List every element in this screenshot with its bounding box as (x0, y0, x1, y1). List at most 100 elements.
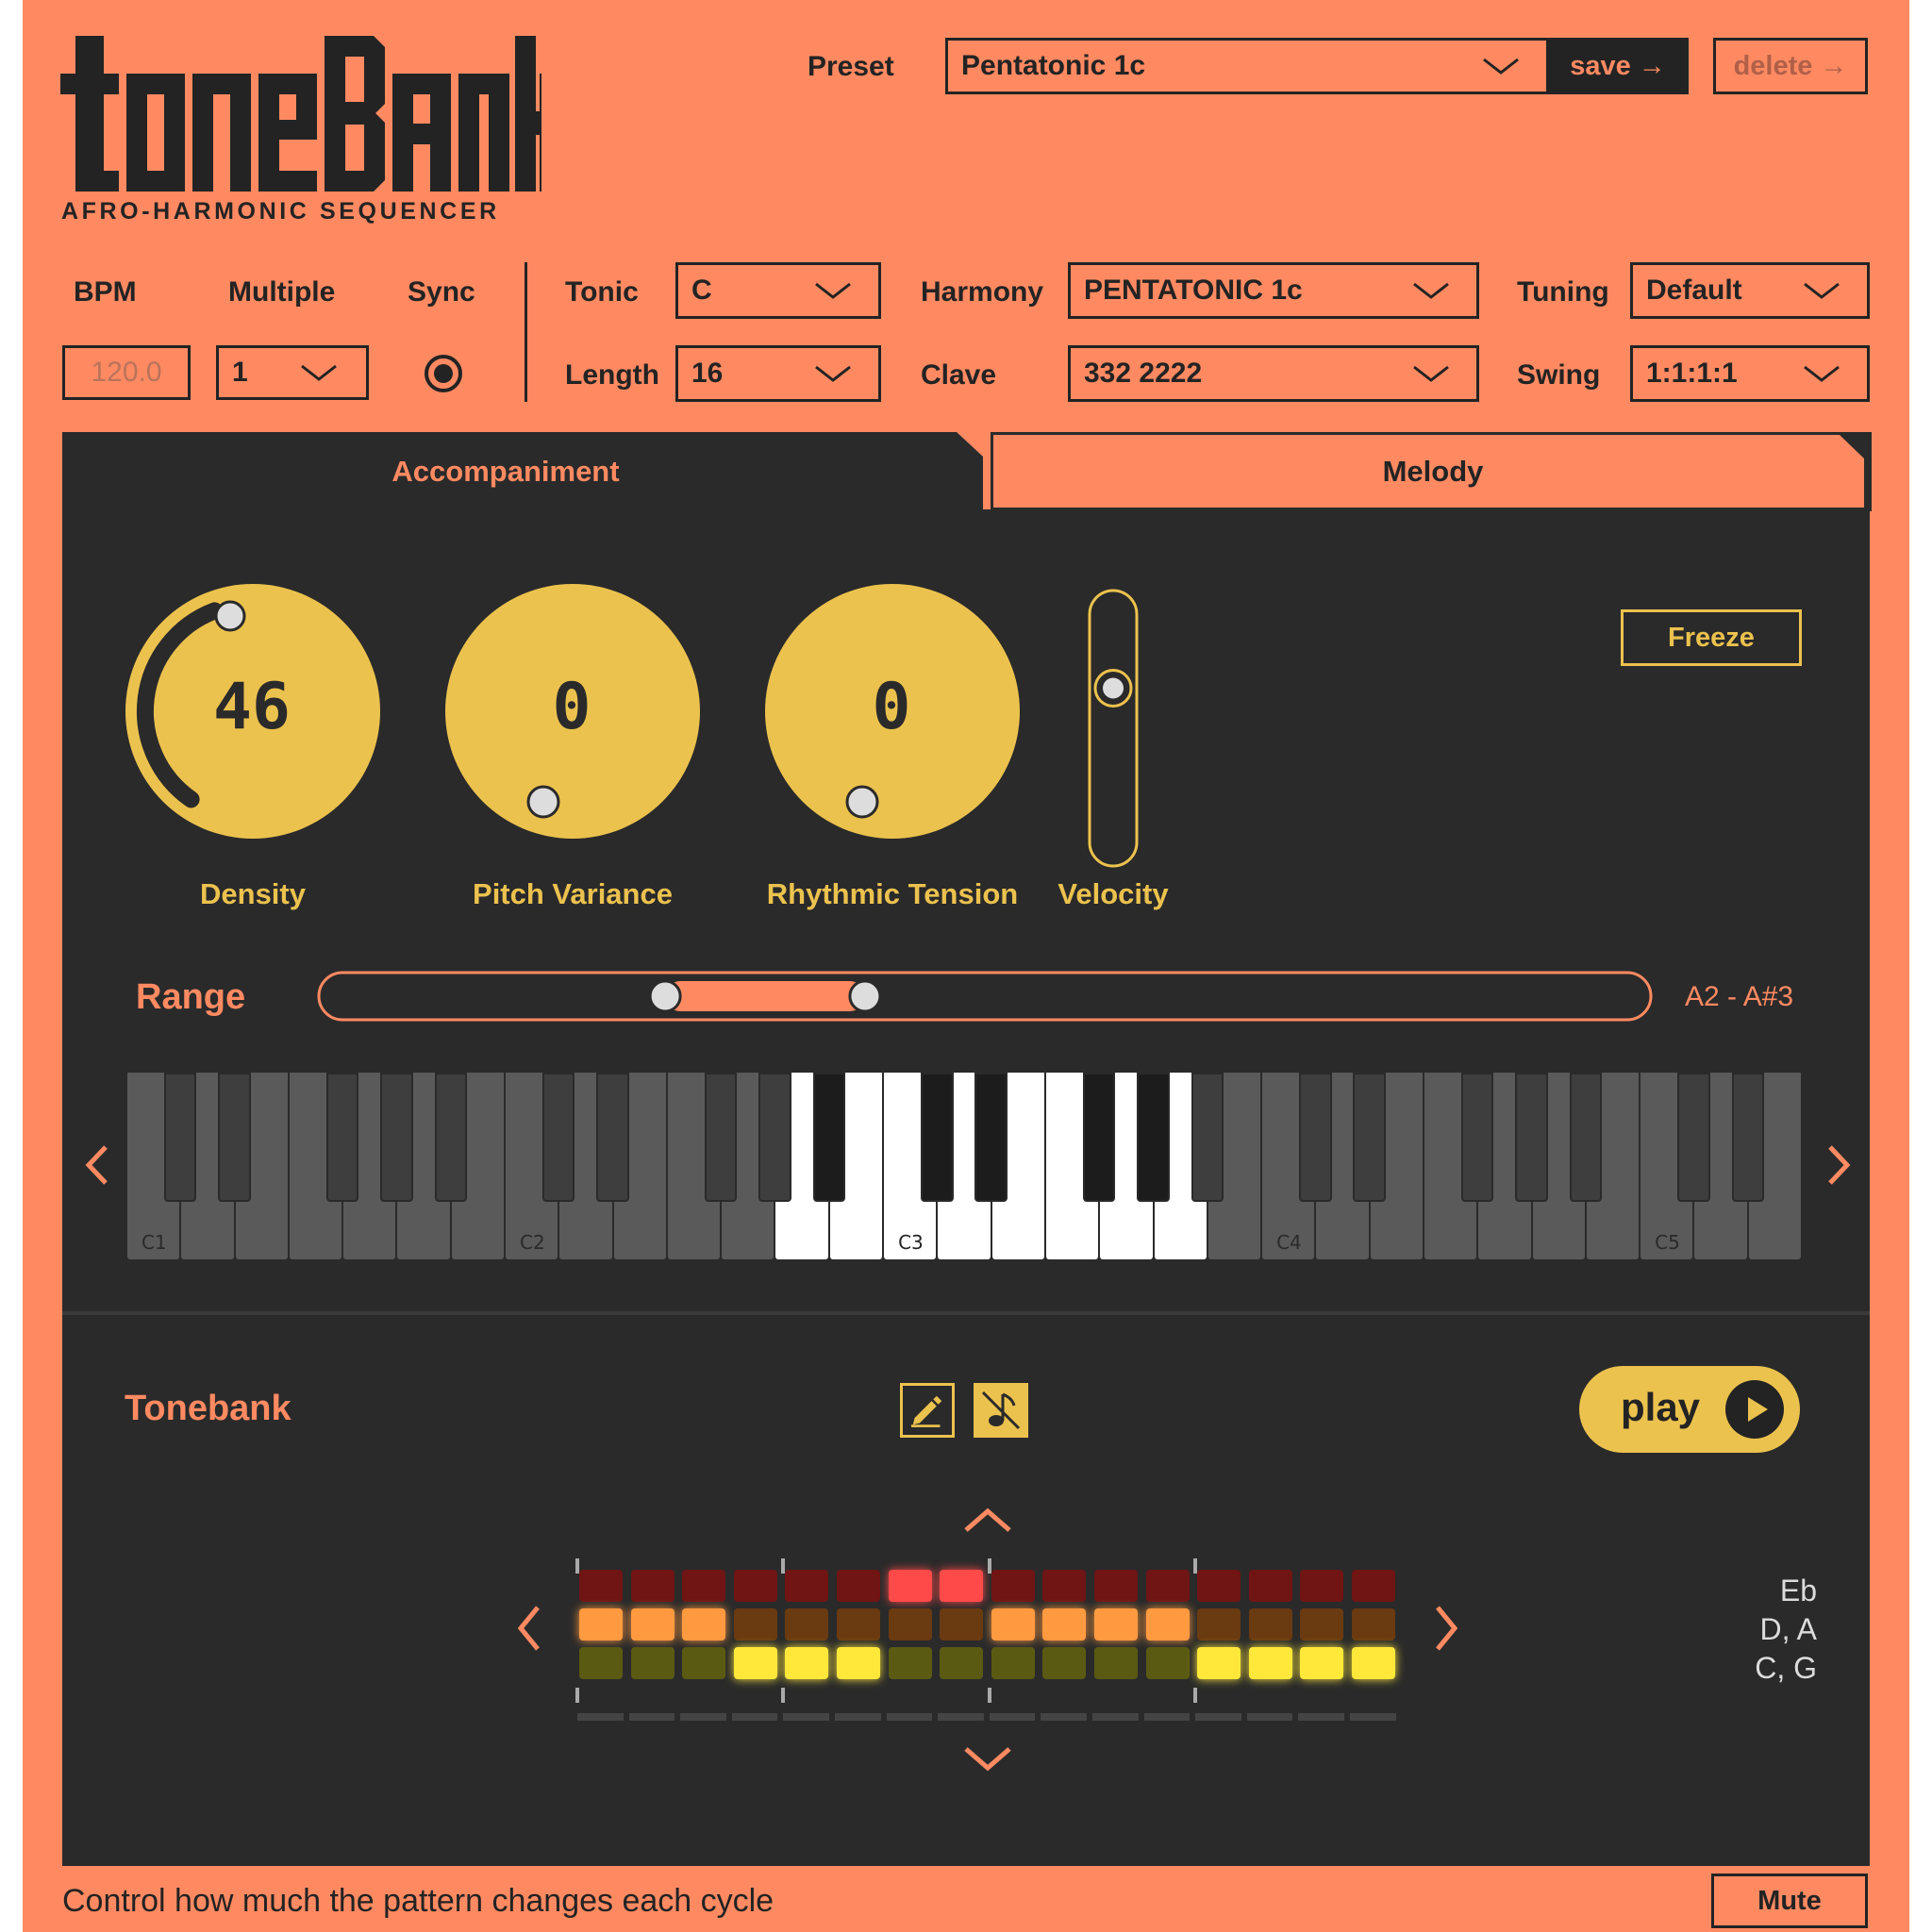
sequencer-step-cell[interactable] (837, 1570, 880, 1602)
sequencer-step-cell[interactable] (733, 1647, 777, 1679)
keyboard-next-arrow[interactable] (1817, 1141, 1858, 1189)
sequencer-step-cell[interactable] (1197, 1608, 1241, 1641)
sequencer-step-cell[interactable] (785, 1647, 829, 1679)
sequencer-next-arrow[interactable] (1424, 1604, 1466, 1653)
sequencer-step-cell[interactable] (991, 1647, 1035, 1679)
range-high-handle[interactable] (848, 979, 882, 1013)
sequencer-step-cell[interactable] (940, 1570, 984, 1602)
piano-black-key[interactable] (1461, 1073, 1494, 1202)
clave-dropdown[interactable]: 332 2222 (1068, 345, 1479, 402)
keyboard-prev-arrow[interactable] (77, 1141, 119, 1189)
sequencer-step-cell[interactable] (1094, 1647, 1138, 1679)
sequencer-step-cell[interactable] (1145, 1570, 1190, 1602)
harmony-dropdown[interactable]: PENTATONIC 1c (1068, 262, 1479, 319)
piano-keyboard[interactable]: C1 C2 C3 C4 C5 (126, 1073, 1802, 1259)
piano-black-key[interactable] (921, 1073, 954, 1202)
sequencer-step-cell[interactable] (1352, 1647, 1395, 1679)
piano-black-key[interactable] (1677, 1073, 1710, 1202)
range-low-handle[interactable] (648, 979, 682, 1013)
sequencer-step-cell[interactable] (1145, 1647, 1190, 1679)
piano-black-key[interactable] (1083, 1073, 1116, 1202)
piano-black-key[interactable] (1353, 1073, 1386, 1202)
piano-black-key[interactable] (1515, 1073, 1548, 1202)
bar-marker (1193, 1688, 1198, 1703)
sync-toggle[interactable] (423, 353, 464, 394)
sequencer-step-cell[interactable] (837, 1647, 880, 1679)
sequencer-step-cell[interactable] (579, 1608, 623, 1641)
sequencer-step-cell[interactable] (579, 1570, 623, 1602)
sequencer-step-cell[interactable] (888, 1647, 932, 1679)
piano-black-key[interactable] (1191, 1073, 1224, 1202)
piano-black-key[interactable] (218, 1073, 251, 1202)
step-sequencer-grid[interactable] (574, 1558, 1404, 1728)
sequencer-step-cell[interactable] (1300, 1608, 1344, 1641)
sequencer-step-cell[interactable] (1248, 1570, 1292, 1602)
piano-black-key[interactable] (542, 1073, 575, 1202)
range-slider[interactable] (317, 970, 1653, 1023)
sequencer-step-cell[interactable] (1300, 1647, 1344, 1679)
sequencer-step-cell[interactable] (1197, 1570, 1241, 1602)
piano-black-key[interactable] (434, 1073, 467, 1202)
sequencer-step-cell[interactable] (785, 1570, 829, 1602)
preset-dropdown[interactable]: Pentatonic 1c (945, 38, 1549, 94)
sequencer-step-cell[interactable] (682, 1647, 726, 1679)
sequencer-step-cell[interactable] (991, 1608, 1035, 1641)
swing-dropdown[interactable]: 1:1:1:1 (1630, 345, 1870, 402)
tuning-dropdown[interactable]: Default (1630, 262, 1870, 319)
sequencer-step-cell[interactable] (785, 1608, 829, 1641)
sequencer-step-cell[interactable] (1094, 1570, 1138, 1602)
freeze-button[interactable]: Freeze (1621, 609, 1802, 666)
play-button[interactable]: play (1579, 1366, 1800, 1453)
sequencer-step-cell[interactable] (733, 1608, 777, 1641)
piano-black-key[interactable] (705, 1073, 738, 1202)
length-dropdown[interactable]: 16 (675, 345, 881, 402)
tonic-dropdown[interactable]: C (675, 262, 881, 319)
sequencer-down-arrow[interactable] (962, 1745, 1013, 1774)
sequencer-step-cell[interactable] (1042, 1570, 1087, 1602)
edit-button[interactable] (900, 1383, 955, 1438)
piano-black-key[interactable] (380, 1073, 413, 1202)
sequencer-up-arrow[interactable] (962, 1506, 1013, 1534)
piano-black-key[interactable] (1731, 1073, 1764, 1202)
sequencer-step-cell[interactable] (682, 1608, 726, 1641)
piano-black-key[interactable] (812, 1073, 845, 1202)
sequencer-step-cell[interactable] (991, 1570, 1035, 1602)
piano-black-key[interactable] (164, 1073, 197, 1202)
piano-black-key[interactable] (325, 1073, 359, 1202)
sequencer-step-cell[interactable] (1042, 1647, 1087, 1679)
multiple-dropdown[interactable]: 1 (216, 345, 369, 400)
piano-black-key[interactable] (758, 1073, 791, 1202)
sequencer-step-cell[interactable] (630, 1570, 675, 1602)
piano-black-key[interactable] (596, 1073, 629, 1202)
sequencer-step-cell[interactable] (1094, 1608, 1138, 1641)
sequencer-step-cell[interactable] (888, 1570, 932, 1602)
delete-button[interactable]: delete → (1713, 38, 1868, 94)
sequencer-step-cell[interactable] (630, 1608, 675, 1641)
sequencer-step-cell[interactable] (1145, 1608, 1190, 1641)
sequencer-step-cell[interactable] (1042, 1608, 1087, 1641)
piano-black-key[interactable] (1569, 1073, 1602, 1202)
mute-notes-button[interactable] (974, 1383, 1028, 1438)
piano-black-key[interactable] (974, 1073, 1008, 1202)
sequencer-step-cell[interactable] (579, 1647, 623, 1679)
sequencer-step-cell[interactable] (1300, 1570, 1344, 1602)
sequencer-step-cell[interactable] (837, 1608, 880, 1641)
piano-black-key[interactable] (1299, 1073, 1332, 1202)
sequencer-step-cell[interactable] (1248, 1608, 1292, 1641)
sequencer-step-cell[interactable] (940, 1608, 984, 1641)
piano-black-key[interactable] (1137, 1073, 1170, 1202)
sequencer-step-cell[interactable] (733, 1570, 777, 1602)
sequencer-step-cell[interactable] (940, 1647, 984, 1679)
sequencer-prev-arrow[interactable] (509, 1604, 551, 1653)
sequencer-step-cell[interactable] (888, 1608, 932, 1641)
sequencer-step-cell[interactable] (682, 1570, 726, 1602)
sequencer-step-cell[interactable] (1197, 1647, 1241, 1679)
bpm-field[interactable]: 120.0 (62, 345, 191, 400)
save-button[interactable]: save → (1547, 38, 1689, 94)
mute-button[interactable]: Mute (1711, 1874, 1868, 1928)
sequencer-step-cell[interactable] (1352, 1570, 1395, 1602)
sequencer-step-cell[interactable] (1248, 1647, 1292, 1679)
velocity-slider[interactable] (1079, 587, 1147, 870)
sequencer-step-cell[interactable] (1352, 1608, 1395, 1641)
sequencer-step-cell[interactable] (630, 1647, 675, 1679)
